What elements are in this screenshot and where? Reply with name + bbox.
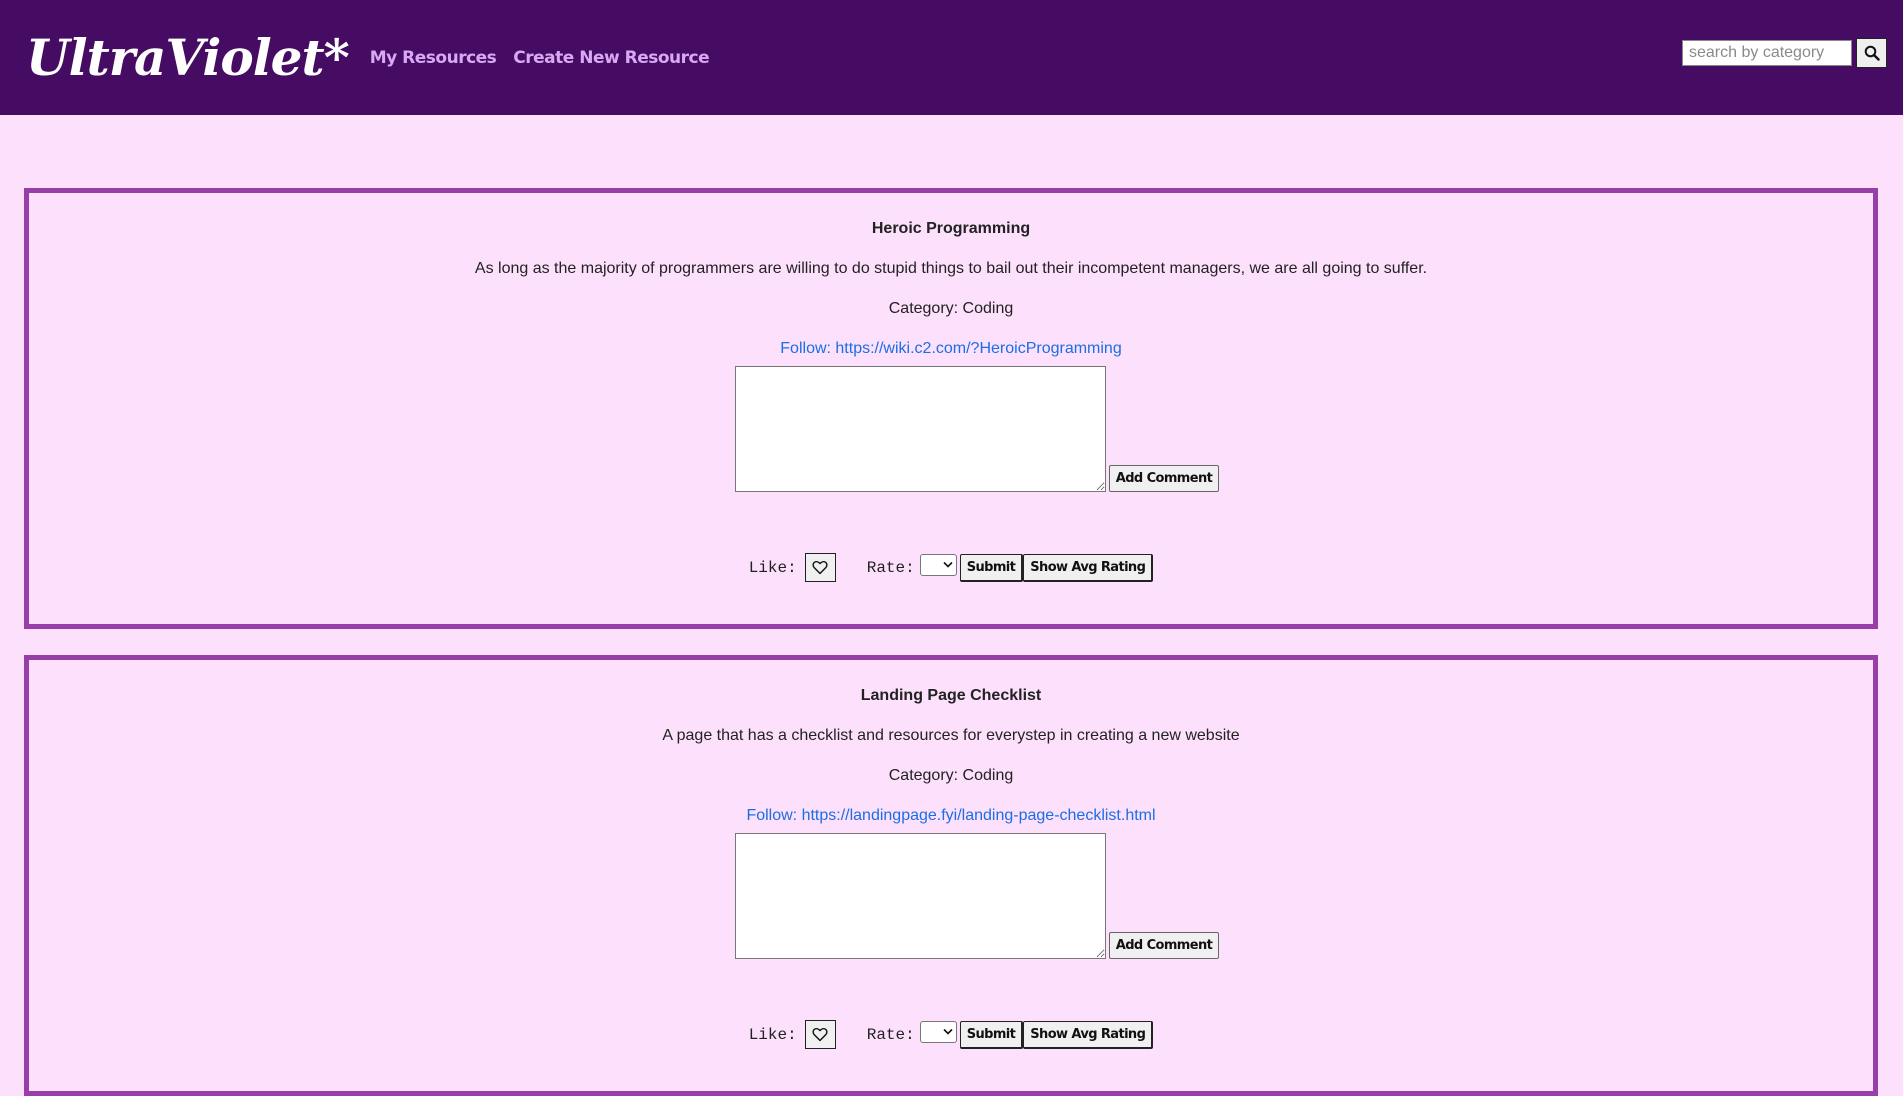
resource-list: Heroic Programming As long as the majori… [0,115,1903,1096]
like-button[interactable] [804,1020,836,1049]
resource-card: Landing Page Checklist A page that has a… [24,655,1878,1096]
search-input[interactable] [1682,40,1852,66]
add-comment-button[interactable]: Add Comment [1108,465,1220,492]
comment-form: Add Comment [81,366,1873,492]
submit-rating-button[interactable]: Submit [959,1020,1024,1049]
rating-actions: Like: Rate: Submit Show Avg Rating [29,553,1873,582]
resource-category: Category: Coding [888,767,1014,784]
resource-title: Landing Page Checklist [860,687,1042,704]
heart-icon [812,560,828,575]
comment-textarea[interactable] [734,833,1106,959]
nav-create-resource[interactable]: Create New Resource [513,48,709,68]
submit-rating-button[interactable]: Submit [959,553,1024,582]
brand-logo[interactable]: UltraViolet* [26,32,350,83]
rate-label: Rate: [866,1025,915,1044]
like-label: Like: [748,558,797,577]
show-avg-rating-button[interactable]: Show Avg Rating [1023,553,1154,582]
like-button[interactable] [804,553,836,582]
like-label: Like: [748,1025,797,1044]
add-comment-button[interactable]: Add Comment [1108,932,1220,959]
resource-link[interactable]: Follow: https://landingpage.fyi/landing-… [29,807,1873,825]
rating-actions: Like: Rate: Submit Show Avg Rating [29,1020,1873,1049]
search-button[interactable] [1856,38,1887,68]
rate-label: Rate: [866,558,915,577]
heart-icon [812,1027,828,1042]
resource-link[interactable]: Follow: https://wiki.c2.com/?HeroicProgr… [29,340,1873,358]
nav-my-resources[interactable]: My Resources [370,48,497,68]
chevron-down-icon [943,1028,953,1035]
resource-description: A page that has a checklist and resource… [662,727,1240,744]
show-avg-rating-button[interactable]: Show Avg Rating [1023,1020,1154,1049]
resource-category: Category: Coding [888,300,1014,317]
resource-title: Heroic Programming [871,220,1031,237]
resource-card: Heroic Programming As long as the majori… [24,188,1878,629]
comment-textarea[interactable] [734,366,1106,492]
comment-form: Add Comment [81,833,1873,959]
rating-select[interactable] [919,1020,957,1043]
rating-select[interactable] [919,553,957,576]
resource-description: As long as the majority of programmers a… [474,260,1428,277]
top-navbar: UltraViolet* My Resources Create New Res… [0,0,1903,115]
chevron-down-icon [943,561,953,568]
search-form [1682,38,1887,68]
search-icon [1864,45,1880,61]
